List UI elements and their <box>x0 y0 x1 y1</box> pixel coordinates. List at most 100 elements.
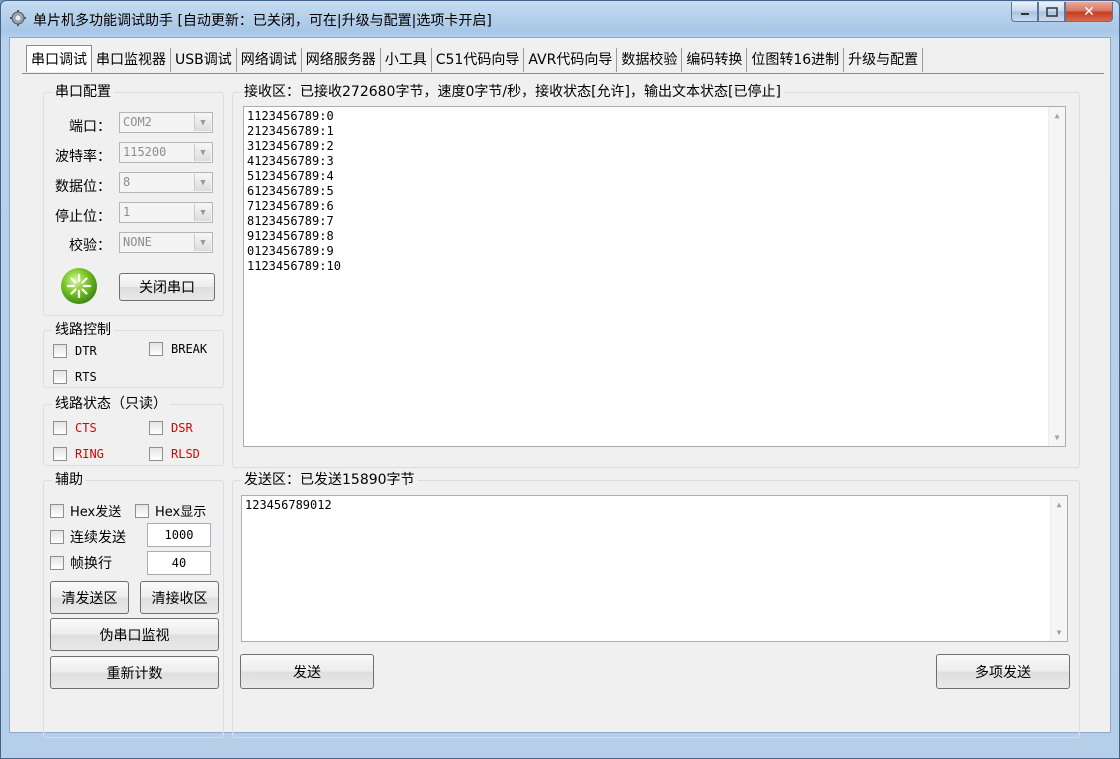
frame-newline-label: 帧换行 <box>70 556 112 572</box>
receive-line: 6123456789:5 <box>247 184 334 198</box>
cts-label: CTS <box>75 421 97 435</box>
scroll-up-icon[interactable]: ▲ <box>1051 496 1067 513</box>
tab-small-tools[interactable]: 小工具 <box>381 48 432 72</box>
dtr-label: DTR <box>75 344 97 358</box>
stopbits-value: 1 <box>123 205 131 219</box>
receive-line: 1123456789:0 <box>247 109 334 123</box>
databits-label: 数据位： <box>55 179 111 195</box>
send-scrollbar[interactable]: ▲ ▼ <box>1050 496 1067 641</box>
checkbox-box <box>149 421 163 435</box>
break-checkbox[interactable]: BREAK <box>149 342 207 356</box>
baud-select[interactable]: 115200 ▼ <box>119 142 213 163</box>
port-open-indicator-icon <box>61 268 97 304</box>
scroll-up-icon[interactable]: ▲ <box>1049 107 1065 124</box>
recount-button[interactable]: 重新计数 <box>50 656 219 689</box>
receive-legend: 接收区：已接收272680字节，速度0字节/秒，接收状态[允许]，输出文本状态[… <box>244 84 781 100</box>
checkbox-box <box>135 503 149 518</box>
clear-send-button[interactable]: 清发送区 <box>50 581 129 614</box>
checkbox-box <box>50 503 64 518</box>
assist-legend: 辅助 <box>55 472 83 488</box>
tab-page-serial-debug: 串口配置 端口： COM2 ▼ 波特率： 115200 ▼ 数据位： 8 ▼ 停… <box>22 73 1104 738</box>
tab-network-debug[interactable]: 网络调试 <box>237 48 302 72</box>
hex-send-checkbox[interactable]: Hex发送 <box>50 501 121 520</box>
rlsd-indicator: RLSD <box>149 447 200 461</box>
stopbits-select[interactable]: 1 ▼ <box>119 202 213 223</box>
fake-monitor-button[interactable]: 伪串口监视 <box>50 618 219 651</box>
send-textarea[interactable]: 123456789012 ▲ ▼ <box>241 495 1068 642</box>
maximize-button[interactable] <box>1038 2 1065 22</box>
clear-receive-button[interactable]: 清接收区 <box>140 581 219 614</box>
parity-label: 校验： <box>69 238 111 254</box>
receive-line: 8123456789:7 <box>247 214 334 228</box>
receive-line: 0123456789:9 <box>247 244 334 258</box>
close-icon: ✕ <box>1083 3 1095 20</box>
baud-value: 115200 <box>123 145 167 159</box>
receive-scrollbar[interactable]: ▲ ▼ <box>1048 107 1065 446</box>
receive-line: 5123456789:4 <box>247 169 334 183</box>
databits-value: 8 <box>123 175 131 189</box>
tab-bitmap-to-hex[interactable]: 位图转16进制 <box>747 48 845 72</box>
close-button[interactable]: ✕ <box>1065 2 1113 22</box>
chevron-down-icon: ▼ <box>194 204 211 221</box>
rts-checkbox[interactable]: RTS <box>53 370 97 384</box>
serial-config-legend: 串口配置 <box>55 84 111 100</box>
continuous-send-label: 连续发送 <box>70 530 126 546</box>
baud-label: 波特率： <box>55 149 111 165</box>
checkbox-box <box>50 530 64 544</box>
tab-strip: 串口调试 串口监视器 USB调试 网络调试 网络服务器 小工具 C51代码向导 … <box>26 45 924 74</box>
hex-show-label: Hex显示 <box>155 505 207 520</box>
cts-indicator: CTS <box>53 421 97 435</box>
app-window: 单片机多功能调试助手 [自动更新：已关闭，可在|升级与配置|选项卡开启] ✕ 串… <box>0 0 1120 759</box>
receive-textarea[interactable]: 1123456789:0 2123456789:1 3123456789:2 4123… <box>243 106 1066 447</box>
receive-line: 4123456789:3 <box>247 154 334 168</box>
tab-encoding-convert[interactable]: 编码转换 <box>682 48 748 72</box>
databits-select[interactable]: 8 ▼ <box>119 172 213 193</box>
dtr-checkbox[interactable]: DTR <box>53 344 97 358</box>
tab-c51-wizard[interactable]: C51代码向导 <box>432 48 525 72</box>
parity-value: NONE <box>123 235 152 249</box>
tab-data-checksum[interactable]: 数据校验 <box>617 48 683 72</box>
tab-usb-debug[interactable]: USB调试 <box>171 48 237 72</box>
checkbox-box <box>149 447 163 461</box>
frame-length-input[interactable]: 40 <box>147 551 211 575</box>
multi-send-button[interactable]: 多项发送 <box>936 654 1070 689</box>
line-control-legend: 线路控制 <box>55 322 111 338</box>
checkbox-box <box>53 370 67 384</box>
close-port-button[interactable]: 关闭串口 <box>119 273 215 301</box>
checkbox-box <box>149 342 163 356</box>
chevron-down-icon: ▼ <box>194 114 211 131</box>
send-text: 123456789012 <box>245 498 332 512</box>
line-status-legend: 线路状态（只读） <box>55 396 167 412</box>
minimize-button[interactable] <box>1011 2 1038 22</box>
title-bar[interactable]: 单片机多功能调试助手 [自动更新：已关闭，可在|升级与配置|选项卡开启] ✕ <box>1 1 1119 35</box>
client-area: 串口调试 串口监视器 USB调试 网络调试 网络服务器 小工具 C51代码向导 … <box>9 37 1111 738</box>
minimize-icon <box>1020 12 1029 15</box>
window-title: 单片机多功能调试助手 [自动更新：已关闭，可在|升级与配置|选项卡开启] <box>33 13 492 29</box>
tab-serial-monitor[interactable]: 串口监视器 <box>92 48 171 72</box>
scroll-down-icon[interactable]: ▼ <box>1051 624 1067 641</box>
maximize-icon <box>1045 6 1058 17</box>
port-select[interactable]: COM2 ▼ <box>119 112 213 133</box>
checkbox-box <box>53 421 67 435</box>
hex-send-label: Hex发送 <box>70 505 122 520</box>
stopbits-label: 停止位： <box>55 209 111 225</box>
rts-label: RTS <box>75 370 97 384</box>
port-label: 端口： <box>69 119 111 135</box>
tab-avr-wizard[interactable]: AVR代码向导 <box>524 48 618 72</box>
chevron-down-icon: ▼ <box>194 174 211 191</box>
receive-line: 3123456789:2 <box>247 139 334 153</box>
tab-serial-debug[interactable]: 串口调试 <box>26 45 92 72</box>
scroll-down-icon[interactable]: ▼ <box>1049 429 1065 446</box>
send-button[interactable]: 发送 <box>240 654 374 689</box>
tab-network-server[interactable]: 网络服务器 <box>302 48 381 72</box>
hex-show-checkbox[interactable]: Hex显示 <box>135 501 206 520</box>
ring-label: RING <box>75 447 104 461</box>
continuous-send-checkbox[interactable]: 连续发送 <box>50 527 126 547</box>
tab-upgrade-config[interactable]: 升级与配置 <box>844 48 924 72</box>
frame-newline-checkbox[interactable]: 帧换行 <box>50 553 112 573</box>
receive-line: 9123456789:8 <box>247 229 334 243</box>
dsr-label: DSR <box>171 421 193 435</box>
continuous-interval-input[interactable]: 1000 <box>147 523 211 547</box>
receive-line: 2123456789:1 <box>247 124 334 138</box>
parity-select[interactable]: NONE ▼ <box>119 232 213 253</box>
